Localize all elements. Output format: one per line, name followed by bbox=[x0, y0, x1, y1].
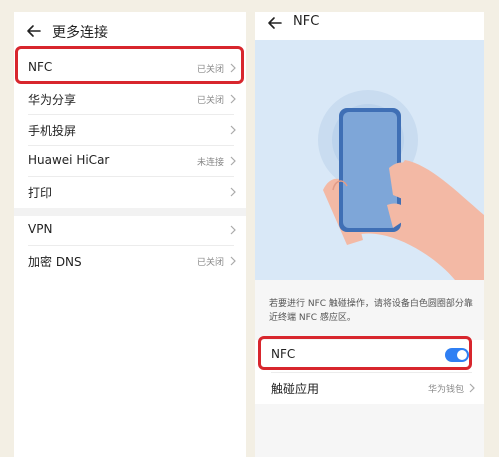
list-item-value: 已关闭 bbox=[196, 96, 224, 106]
list-item-hicar[interactable]: Huawei HiCar 未连接 bbox=[14, 146, 246, 176]
more-connections-screen: 更多连接 NFC 已关闭 华为分享 已关闭 手机投屏 Huawei HiCar … bbox=[14, 12, 246, 457]
list-item-screen-projection[interactable]: 手机投屏 bbox=[14, 115, 246, 145]
list-item-label: VPN bbox=[28, 222, 53, 236]
back-arrow-icon[interactable] bbox=[26, 23, 42, 39]
list-item-label: 打印 bbox=[28, 186, 53, 200]
list-item-touch-app[interactable]: 触碰应用 华为钱包 bbox=[255, 373, 484, 403]
chevron-right-icon bbox=[230, 156, 236, 166]
list-item-huawei-share[interactable]: 华为分享 已关闭 bbox=[14, 84, 246, 114]
nfc-description: 若要进行 NFC 触碰操作，请将设备白色圆圈部分靠近终端 NFC 感应区。 bbox=[269, 299, 473, 323]
nfc-highlight-box bbox=[15, 46, 244, 84]
chevron-right-icon bbox=[230, 256, 236, 266]
list-item-encrypted-dns[interactable]: 加密 DNS 已关闭 bbox=[14, 246, 246, 276]
top-bar: NFC bbox=[255, 12, 484, 40]
page-title: NFC bbox=[293, 14, 320, 29]
page-title: 更多连接 bbox=[52, 25, 108, 41]
chevron-right-icon bbox=[230, 125, 236, 135]
list-item-label: Huawei HiCar bbox=[28, 153, 110, 167]
list-item-value: 已关闭 bbox=[196, 258, 224, 268]
top-bar: 更多连接 bbox=[14, 12, 246, 48]
chevron-right-icon bbox=[230, 187, 236, 197]
chevron-right-icon bbox=[469, 383, 475, 393]
list-item-print[interactable]: 打印 bbox=[14, 177, 246, 207]
list-item-value: 未连接 bbox=[196, 158, 224, 168]
nfc-toggle-highlight-box bbox=[258, 336, 472, 370]
nfc-screen: NFC 若要进行 NFC 触碰操作，请将设备白色圆圈部分靠近终端 NFC 感应区… bbox=[255, 12, 484, 457]
chevron-right-icon bbox=[230, 225, 236, 235]
back-arrow-icon[interactable] bbox=[267, 15, 283, 31]
list-item-vpn[interactable]: VPN bbox=[14, 215, 246, 245]
list-item-label: 华为分享 bbox=[28, 93, 77, 107]
nfc-hand-illustration bbox=[255, 40, 484, 280]
list-item-value: 华为钱包 bbox=[427, 385, 464, 395]
list-item-label: 加密 DNS bbox=[28, 255, 82, 269]
chevron-right-icon bbox=[230, 94, 236, 104]
list-item-label: 手机投屏 bbox=[28, 124, 77, 138]
list-item-label: 触碰应用 bbox=[271, 382, 320, 396]
